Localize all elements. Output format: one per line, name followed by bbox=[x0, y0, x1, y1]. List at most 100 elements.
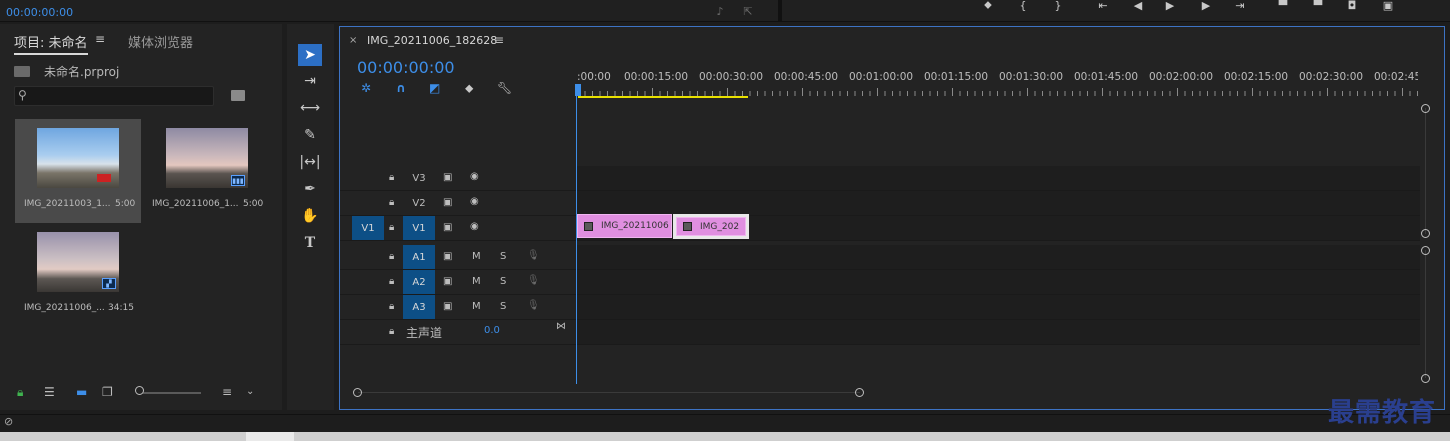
work-area-bar[interactable] bbox=[578, 96, 748, 98]
track-area[interactable] bbox=[576, 191, 1420, 215]
sync-lock-icon[interactable]: ▣ bbox=[443, 197, 452, 208]
scrollbar-handle[interactable] bbox=[1421, 374, 1430, 383]
lock-icon[interactable]: 🔒︎ bbox=[17, 385, 23, 400]
sync-lock-icon[interactable]: ▣ bbox=[443, 172, 452, 183]
tab-project-menu-icon[interactable]: ≡ bbox=[95, 32, 105, 46]
export-frame-icon[interactable]: ⇱ bbox=[740, 5, 756, 18]
nest-icon[interactable]: ✲ bbox=[361, 81, 371, 95]
mute-button[interactable]: M bbox=[472, 276, 481, 287]
program-timecode[interactable]: 00:00:00:00 bbox=[6, 6, 73, 19]
eye-icon[interactable]: ◉ bbox=[470, 221, 479, 232]
track-area[interactable] bbox=[576, 270, 1420, 294]
pen-tool-icon[interactable]: ✒ bbox=[298, 178, 322, 200]
project-item[interactable]: ▞ IMG_20211006_... 34:15 bbox=[15, 223, 141, 327]
project-search-input[interactable] bbox=[14, 86, 214, 106]
scrollbar-handle[interactable] bbox=[353, 388, 362, 397]
mute-button[interactable]: M bbox=[472, 301, 481, 312]
lock-icon[interactable]: 🔒︎ bbox=[389, 172, 394, 183]
go-to-end-icon[interactable]: ⋈ bbox=[556, 321, 566, 332]
go-to-out-icon[interactable]: ⇥ bbox=[1232, 0, 1248, 12]
playhead-line[interactable] bbox=[576, 96, 577, 384]
timeline-clip[interactable]: IMG_20211006 bbox=[577, 214, 672, 238]
track-label[interactable]: A1 bbox=[403, 245, 435, 269]
track-area[interactable] bbox=[576, 166, 1420, 190]
status-icon[interactable]: ⊘ bbox=[4, 415, 13, 428]
wrench-icon[interactable]: 🔧︎ bbox=[497, 81, 512, 95]
lock-icon[interactable]: 🔒︎ bbox=[389, 197, 394, 208]
audio-waveform-icon[interactable]: ♪ bbox=[712, 5, 728, 18]
project-item[interactable]: ▮▮▮ IMG_20211006_1... 5:00 bbox=[143, 119, 269, 223]
solo-button[interactable]: S bbox=[500, 301, 506, 312]
sequence-tab-title[interactable]: IMG_20211006_182628 bbox=[367, 34, 497, 47]
selection-tool-icon[interactable]: ➤ bbox=[298, 44, 322, 66]
mark-in-icon[interactable]: { bbox=[1015, 0, 1031, 12]
mute-button[interactable]: M bbox=[472, 251, 481, 262]
tab-project[interactable]: 项目: 未命名 bbox=[14, 32, 88, 55]
sync-lock-icon[interactable]: ▣ bbox=[443, 251, 452, 262]
track-area[interactable] bbox=[576, 245, 1420, 269]
taskbar-button[interactable] bbox=[246, 432, 294, 441]
scrollbar-handle[interactable] bbox=[1421, 246, 1430, 255]
microphone-icon[interactable]: 🎙︎ bbox=[527, 250, 540, 261]
horizontal-scrollbar[interactable] bbox=[358, 392, 860, 393]
master-volume-value[interactable]: 0.0 bbox=[484, 325, 500, 336]
lock-icon[interactable]: 🔒︎ bbox=[389, 301, 394, 312]
track-label[interactable]: A3 bbox=[403, 295, 435, 319]
track-label[interactable]: V2 bbox=[403, 191, 435, 215]
sync-lock-icon[interactable]: ▣ bbox=[443, 222, 452, 233]
camera-icon[interactable]: ◘ bbox=[1344, 0, 1360, 12]
sync-lock-icon[interactable]: ▣ bbox=[443, 276, 452, 287]
eye-icon[interactable]: ◉ bbox=[470, 171, 479, 182]
video-vertical-scrollbar[interactable] bbox=[1425, 108, 1426, 234]
audio-vertical-scrollbar[interactable] bbox=[1425, 250, 1426, 378]
lock-icon[interactable]: 🔒︎ bbox=[389, 222, 394, 233]
chevron-down-icon[interactable]: ⌄ bbox=[246, 386, 254, 397]
solo-button[interactable]: S bbox=[500, 251, 506, 262]
sequence-menu-icon[interactable]: ≡ bbox=[494, 33, 504, 47]
ripple-edit-tool-icon[interactable]: ⟷ bbox=[298, 97, 322, 119]
step-back-icon[interactable]: ◀ bbox=[1130, 0, 1146, 12]
sort-icon[interactable]: ≡ bbox=[222, 385, 232, 399]
sequence-timecode[interactable]: 00:00:00:00 bbox=[357, 58, 455, 77]
tab-media-browser[interactable]: 媒体浏览器 bbox=[128, 32, 193, 51]
slip-tool-icon[interactable]: |↔| bbox=[298, 151, 322, 173]
sync-lock-icon[interactable]: ▣ bbox=[443, 301, 452, 312]
project-item[interactable]: IMG_20211003_1... 5:00 bbox=[15, 119, 141, 223]
add-marker-icon[interactable]: ⬥ bbox=[980, 0, 996, 11]
linked-selection-icon[interactable]: ◩ bbox=[429, 81, 440, 95]
add-marker-icon[interactable]: ⬥ bbox=[465, 81, 473, 96]
hand-tool-icon[interactable]: ✋ bbox=[298, 205, 322, 227]
zoom-slider[interactable] bbox=[143, 392, 201, 394]
scrollbar-handle[interactable] bbox=[855, 388, 864, 397]
timeline-clip[interactable]: IMG_202 bbox=[676, 217, 746, 236]
list-view-icon[interactable]: ☰ bbox=[44, 385, 55, 399]
track-select-tool-icon[interactable]: ⇥ bbox=[298, 70, 322, 92]
step-forward-icon[interactable]: ▶ bbox=[1198, 0, 1214, 12]
compare-icon[interactable]: ▣ bbox=[1380, 0, 1396, 12]
track-label[interactable]: V3 bbox=[403, 166, 435, 190]
lock-icon[interactable]: 🔒︎ bbox=[389, 326, 394, 337]
razor-tool-icon[interactable]: ✎ bbox=[298, 124, 322, 146]
freeform-view-icon[interactable]: ❐ bbox=[102, 385, 113, 399]
snap-icon[interactable]: ∩ bbox=[396, 81, 406, 95]
solo-button[interactable]: S bbox=[500, 276, 506, 287]
play-icon[interactable]: ▶ bbox=[1162, 0, 1178, 12]
eye-icon[interactable]: ◉ bbox=[470, 196, 479, 207]
icon-view-icon[interactable]: ▬ bbox=[76, 385, 87, 399]
lock-icon[interactable]: 🔒︎ bbox=[389, 276, 394, 287]
microphone-icon[interactable]: 🎙︎ bbox=[527, 275, 540, 286]
track-label[interactable]: V1 bbox=[403, 216, 435, 240]
new-search-bin-icon[interactable] bbox=[231, 90, 245, 101]
insert-icon[interactable]: ▀ bbox=[1275, 0, 1291, 12]
track-label[interactable]: A2 bbox=[403, 270, 435, 294]
zoom-slider-handle[interactable] bbox=[135, 386, 144, 395]
go-to-in-icon[interactable]: ⇤ bbox=[1095, 0, 1111, 12]
time-ruler[interactable] bbox=[577, 88, 1418, 96]
scrollbar-handle[interactable] bbox=[1421, 229, 1430, 238]
microphone-icon[interactable]: 🎙︎ bbox=[527, 300, 540, 311]
lock-icon[interactable]: 🔒︎ bbox=[389, 251, 394, 262]
type-tool-icon[interactable]: T bbox=[298, 232, 322, 254]
source-patch-v1[interactable]: V1 bbox=[352, 216, 384, 240]
overwrite-icon[interactable]: ▀ bbox=[1310, 0, 1326, 12]
close-icon[interactable]: × bbox=[349, 35, 357, 46]
